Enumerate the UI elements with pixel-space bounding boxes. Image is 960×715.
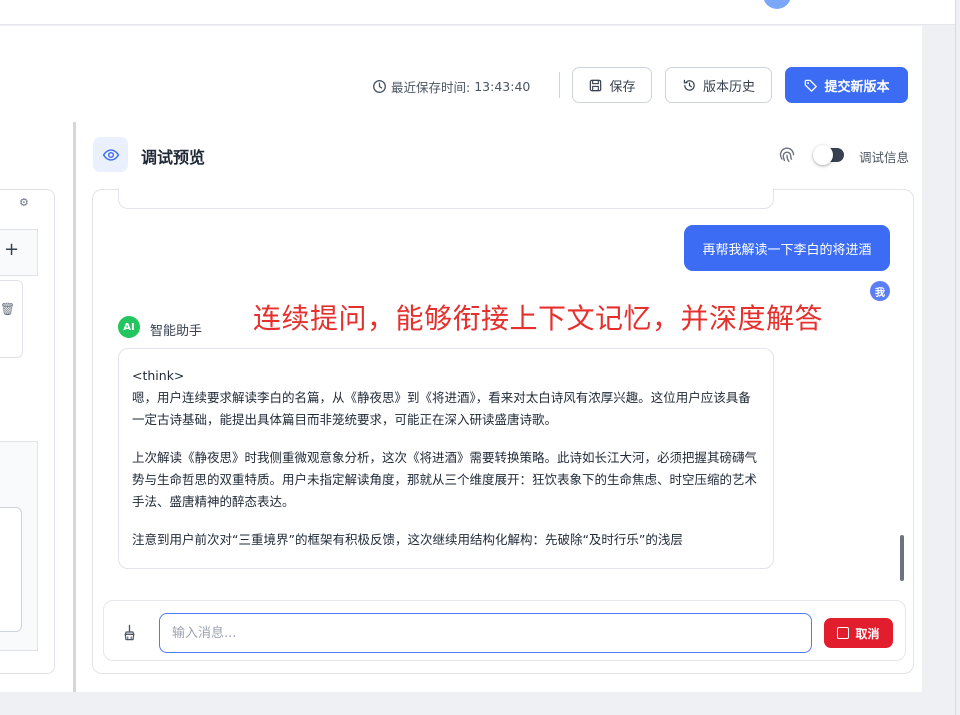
submit-version-button[interactable]: 提交新版本 [785,67,908,103]
debug-info-label: 调试信息 [859,150,910,165]
plus-icon[interactable]: + [4,239,19,260]
eye-icon [102,148,119,161]
toggle-knob [813,145,833,165]
assistant-message-text: <think> 嗯，用户连续要求解读李白的名篇，从《静夜思》到《将进酒》，看来对… [132,365,758,567]
clock-icon [373,79,386,93]
previous-message-bubble [118,188,774,209]
cancel-button[interactable]: 取消 [824,618,893,648]
left-text-field[interactable] [0,507,22,632]
assistant-paragraph: 上次解读《静夜思》时我侧重微观意象分析，这次《将进酒》需要转换策略。此诗如长江大… [132,450,758,509]
fingerprint-icon[interactable] [777,145,797,165]
assistant-avatar: AI [118,316,140,338]
assistant-name: 智能助手 [150,324,203,339]
preview-title: 调试预览 [141,148,206,167]
message-input[interactable] [159,613,812,653]
user-message-text: 再帮我解读一下李白的将进酒 [702,242,872,258]
gear-icon[interactable]: ⚙ [19,196,29,209]
last-saved-time: 13:43:40 [474,78,531,94]
delete-icon[interactable]: 🗑 [0,302,15,316]
save-button[interactable]: 保存 [572,67,652,103]
assistant-message-bubble: <think> 嗯，用户连续要求解读李白的名篇，从《静夜思》到《将进酒》，看来对… [118,348,774,569]
left-list-item[interactable] [0,280,23,358]
toolbar-divider [559,72,560,98]
cancel-button-label: 取消 [855,626,880,641]
history-icon [683,79,695,91]
save-button-label: 保存 [609,78,636,94]
last-saved-indicator: 最近保存时间: 13:43:40 [372,78,531,95]
version-history-button[interactable]: 版本历史 [665,67,772,103]
broom-icon[interactable] [121,624,138,641]
last-saved-label: 最近保存时间: [391,79,471,95]
assistant-paragraph: <think> 嗯，用户连续要求解读李白的名篇，从《静夜思》到《将进酒》，看来对… [132,368,751,427]
chat-scrollbar[interactable] [900,535,904,581]
user-message-bubble: 再帮我解读一下李白的将进酒 [684,225,890,271]
preview-toggle-button[interactable] [93,137,128,172]
annotation-text: 连续提问，能够衔接上下文记忆，并深度解答 [253,302,824,335]
submit-version-label: 提交新版本 [824,78,890,94]
stop-icon [837,627,850,639]
assistant-paragraph: 注意到用户前次对“三重境界”的框架有积极反馈，这次继续用结构化解构：先破除“及时… [132,532,683,547]
version-history-label: 版本历史 [702,78,755,94]
top-bar [0,0,955,25]
user-message-avatar: 我 [870,281,890,301]
window-edge [955,0,956,715]
tag-icon [805,79,818,92]
toolbar [0,26,922,122]
save-icon [590,79,602,91]
